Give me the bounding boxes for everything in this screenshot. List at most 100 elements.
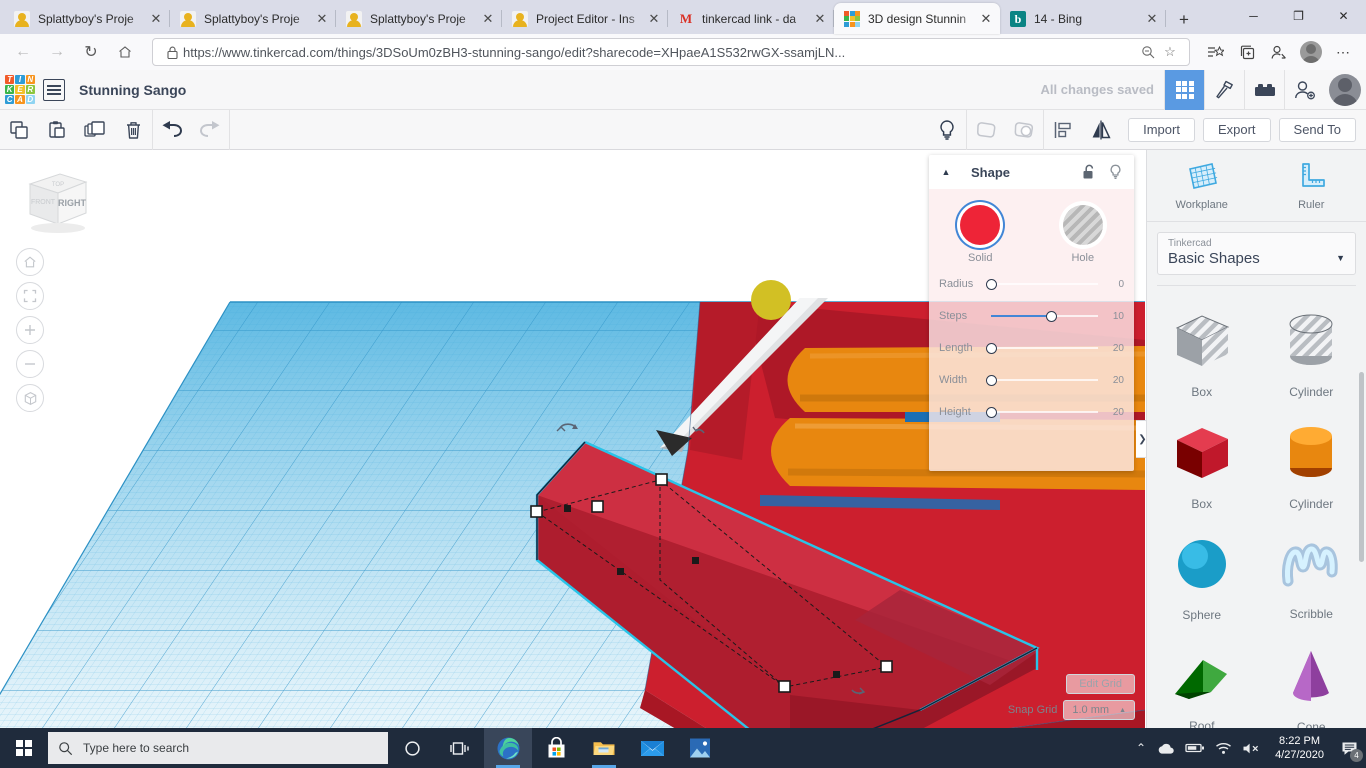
browser-tab[interactable]: Splattyboy's Proje ✕ <box>170 3 336 34</box>
property-row-width[interactable]: Width 20 <box>929 364 1134 396</box>
shape-inspector-panel[interactable]: ▲ Shape Solid Hole Radius 0 Steps 10 Length 20… <box>929 155 1134 471</box>
undo-button[interactable] <box>153 110 191 150</box>
task-view-button[interactable] <box>436 728 484 768</box>
project-list-icon[interactable] <box>43 78 65 101</box>
corner-handle[interactable] <box>778 680 791 693</box>
home-view-button[interactable] <box>16 248 44 276</box>
slider-knob[interactable] <box>986 406 997 418</box>
export-button[interactable]: Export <box>1202 117 1271 142</box>
onedrive-icon[interactable] <box>1156 742 1175 755</box>
corner-handle[interactable] <box>530 505 543 518</box>
shape-hint-button[interactable] <box>1102 155 1128 189</box>
shapes-sidebar[interactable]: Workplane Ruler Tinkercad Basic Shapes ▼… <box>1146 150 1366 734</box>
view-cube-icon[interactable]: RIGHT FRONT TOP <box>18 170 90 234</box>
midpoint-handle[interactable] <box>692 557 699 564</box>
tab-close-button[interactable]: ✕ <box>314 11 330 27</box>
sidebar-scrollbar[interactable] <box>1359 372 1364 562</box>
home-button[interactable] <box>110 37 140 67</box>
invite-people-button[interactable] <box>1284 69 1324 110</box>
tab-close-button[interactable]: ✕ <box>812 11 828 27</box>
browser-tab[interactable]: b 14 - Bing ✕ <box>1000 3 1166 34</box>
zoom-out-icon[interactable] <box>1137 41 1159 63</box>
taskbar-search[interactable]: Type here to search <box>48 732 388 764</box>
volume-muted-icon[interactable] <box>1242 742 1261 755</box>
browser-tab[interactable]: Mtinkercad link - da ✕ <box>668 3 834 34</box>
browser-tab[interactable]: Splattyboy's Proje ✕ <box>4 3 170 34</box>
taskbar-clock[interactable]: 8:22 PM 4/27/2020 <box>1271 734 1328 762</box>
zoom-in-button[interactable] <box>16 316 44 344</box>
edit-grid-button[interactable]: Edit Grid <box>1066 674 1135 694</box>
new-tab-button[interactable]: + <box>1170 6 1198 34</box>
align-button[interactable] <box>1044 110 1082 150</box>
address-bar[interactable]: https://www.tinkercad.com/things/3DSoUm0… <box>152 38 1190 66</box>
property-slider[interactable] <box>986 342 1098 354</box>
file-explorer-button[interactable] <box>580 728 628 768</box>
blocks-grid-button[interactable] <box>1164 69 1204 110</box>
page-title[interactable]: Stunning Sango <box>79 82 186 98</box>
forward-button[interactable]: → <box>42 37 72 67</box>
corner-handle[interactable] <box>591 500 604 513</box>
ungroup-button[interactable] <box>1005 110 1043 150</box>
import-button[interactable]: Import <box>1128 117 1195 142</box>
midpoint-handle[interactable] <box>617 568 624 575</box>
copy-button[interactable] <box>0 110 38 150</box>
tab-close-button[interactable]: ✕ <box>480 11 496 27</box>
slider-knob[interactable] <box>986 374 997 386</box>
reload-button[interactable]: ↻ <box>76 37 106 67</box>
edge-button[interactable] <box>484 728 532 768</box>
collections-icon[interactable] <box>1232 37 1262 67</box>
tab-close-button[interactable]: ✕ <box>646 11 662 27</box>
shape-mode-selector[interactable]: Solid Hole <box>929 189 1134 268</box>
hole-swatch[interactable] <box>1062 205 1103 245</box>
user-avatar[interactable] <box>1329 73 1361 106</box>
redo-button[interactable] <box>191 110 229 150</box>
notifications-button[interactable]: 4 <box>1338 733 1363 763</box>
browser-tab[interactable]: Splattyboy's Proje ✕ <box>336 3 502 34</box>
browser-tab[interactable]: Project Editor - Ins ✕ <box>502 3 668 34</box>
property-row-radius[interactable]: Radius 0 <box>929 268 1134 300</box>
shape-item-box[interactable]: Box <box>1147 410 1257 522</box>
midpoint-handle[interactable] <box>833 671 840 678</box>
slider-knob[interactable] <box>986 278 997 290</box>
battery-icon[interactable] <box>1185 742 1205 754</box>
shape-item-cylinder[interactable]: Cylinder <box>1257 298 1366 410</box>
paste-button[interactable] <box>38 110 76 150</box>
property-row-length[interactable]: Length 20 <box>929 332 1134 364</box>
browser-settings-button[interactable]: ⋯ <box>1328 37 1358 67</box>
duplicate-button[interactable] <box>76 110 114 150</box>
midpoint-handle[interactable] <box>564 505 571 512</box>
delete-button[interactable] <box>114 110 152 150</box>
maximize-button[interactable]: ❐ <box>1276 0 1321 32</box>
corner-handle[interactable] <box>880 660 893 673</box>
bricks-button[interactable] <box>1244 69 1284 110</box>
tab-close-button[interactable]: ✕ <box>1144 11 1160 27</box>
top-handle[interactable] <box>655 473 668 486</box>
share-profile-icon[interactable] <box>1264 37 1294 67</box>
mirror-button[interactable] <box>1082 110 1120 150</box>
shape-item-sphere[interactable]: Sphere <box>1147 522 1257 634</box>
tinkercad-logo-icon[interactable]: TINKERCAD <box>5 74 35 105</box>
lighting-button[interactable] <box>928 110 966 150</box>
minimize-button[interactable]: ─ <box>1231 0 1276 32</box>
browser-tab[interactable]: 3D design Stunnin ✕ <box>834 3 1000 34</box>
property-row-height[interactable]: Height 20 <box>929 396 1134 428</box>
shape-grid[interactable]: Box Cylinder Box Cylinder Sphere Scribble Roof… <box>1147 286 1366 746</box>
shape-library-select[interactable]: Tinkercad Basic Shapes ▼ <box>1157 232 1356 275</box>
wifi-icon[interactable] <box>1215 742 1232 755</box>
shape-item-box[interactable]: Box <box>1147 298 1257 410</box>
favorites-bar-icon[interactable] <box>1200 37 1230 67</box>
zoom-out-button[interactable] <box>16 350 44 378</box>
group-button[interactable] <box>967 110 1005 150</box>
property-slider[interactable] <box>991 310 1098 322</box>
codeblocks-button[interactable] <box>1204 69 1244 110</box>
shape-item-cylinder[interactable]: Cylinder <box>1257 410 1366 522</box>
favorite-star-icon[interactable]: ☆ <box>1159 41 1181 63</box>
show-hidden-icons-button[interactable]: ⌃ <box>1136 741 1146 755</box>
shape-mode-solid[interactable]: Solid <box>929 205 1032 264</box>
yellow-sphere[interactable] <box>751 280 791 320</box>
ruler-tool[interactable]: Ruler <box>1257 150 1366 221</box>
shape-item-scribble[interactable]: Scribble <box>1257 522 1366 634</box>
view-cube[interactable]: RIGHT FRONT TOP <box>18 170 90 234</box>
microsoft-store-button[interactable] <box>532 728 580 768</box>
property-slider[interactable] <box>986 374 1098 386</box>
